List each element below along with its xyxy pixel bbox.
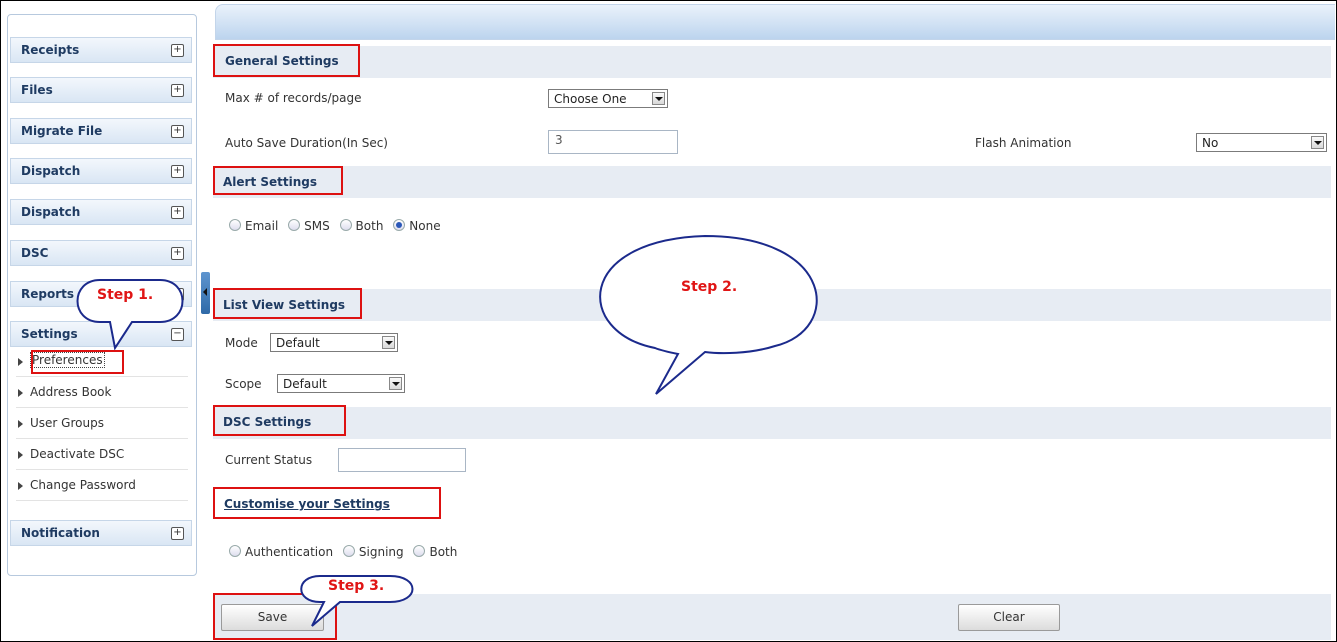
expand-icon[interactable]: + [171,165,184,178]
expand-icon[interactable]: + [171,44,184,57]
highlight-dsc-settings [213,405,346,436]
customise-option-both[interactable]: Both [413,545,457,559]
sidebar-item-user-groups[interactable]: User Groups [16,412,188,439]
radio-icon[interactable] [288,219,301,231]
highlight-general-settings [213,44,360,77]
arrow-right-icon [18,420,23,428]
sidebar-collapse-handle[interactable] [201,272,210,314]
mode-select[interactable]: Default [270,333,398,352]
alert-option-both[interactable]: Both [339,219,384,233]
arrow-right-icon [18,389,23,397]
mode-label: Mode [225,336,258,350]
option-label: SMS [304,219,330,233]
max-records-select[interactable]: Choose One [548,89,668,108]
sidebar-item-label: Change Password [30,478,136,492]
expand-icon[interactable]: + [171,125,184,138]
sidebar-item-label: Deactivate DSC [30,447,125,461]
step2-label: Step 2. [681,279,738,295]
sidebar-item-label: User Groups [30,416,104,430]
option-label: Authentication [245,545,334,559]
sidebar-header-label: Files [21,83,53,97]
sidebar-header-label: Dispatch [21,164,81,178]
sidebar-header-receipts[interactable]: Receipts + [10,37,192,63]
current-status-label: Current Status [225,453,313,467]
autosave-input[interactable]: 3 [548,130,678,154]
radio-icon[interactable] [413,545,426,557]
step2-bubble [599,234,818,395]
option-label: Signing [358,545,404,559]
chevron-down-icon [652,92,665,105]
sidebar-item-address-book[interactable]: Address Book [16,381,188,408]
highlight-alert-settings [213,166,343,195]
select-value: Choose One [554,92,627,106]
arrow-right-icon [18,358,23,366]
clear-button[interactable]: Clear [958,604,1060,631]
expand-icon[interactable]: + [171,527,184,540]
alert-settings-band [213,166,1331,198]
sidebar-item-change-password[interactable]: Change Password [16,474,188,501]
highlight-preferences [31,350,124,374]
highlight-listview-settings [213,288,362,319]
customise-radio-group: Authentication Signing Both [229,545,463,559]
flash-animation-select[interactable]: No [1196,133,1327,152]
header-bar [215,4,1335,40]
sidebar-header-label: Dispatch [21,205,81,219]
sidebar-item-deactivate-dsc[interactable]: Deactivate DSC [16,443,188,470]
radio-icon[interactable] [229,219,241,231]
speech-bubble-shape [599,234,818,395]
step1-bubble [76,279,184,350]
expand-icon[interactable]: + [171,247,184,260]
sidebar-header-dispatch-2[interactable]: Dispatch + [10,199,192,225]
sidebar-header-label: Migrate File [21,124,103,138]
alert-radio-group: Email SMS Both None [229,219,447,233]
sidebar-header-label: DSC [21,246,49,260]
step3-label: Step 3. [328,578,385,594]
sidebar-item-label: Address Book [30,385,112,399]
autosave-label: Auto Save Duration(In Sec) [225,136,388,150]
select-value: Default [276,336,320,350]
select-value: Default [283,377,327,391]
select-value: No [1202,136,1219,150]
customise-option-authentication[interactable]: Authentication [229,545,333,559]
sidebar-header-notification[interactable]: Notification + [10,520,192,546]
alert-option-none[interactable]: None [393,219,441,233]
radio-icon[interactable] [229,545,241,557]
radio-icon[interactable] [339,219,352,231]
radio-icon[interactable] [342,545,355,557]
current-status-input[interactable] [338,448,466,472]
alert-option-email[interactable]: Email [229,219,278,233]
option-label: Both [355,219,384,233]
sidebar-header-files[interactable]: Files + [10,77,192,103]
chevron-down-icon [389,377,402,390]
option-label: Both [429,545,458,559]
option-label: Email [245,219,279,233]
scope-select[interactable]: Default [277,374,405,393]
option-label: None [409,219,441,233]
scope-label: Scope [225,377,262,391]
sidebar-header-dsc[interactable]: DSC + [10,240,192,266]
chevron-down-icon [1311,136,1324,149]
sidebar-header-label: Receipts [21,43,80,57]
chevron-down-icon [382,336,395,349]
step1-label: Step 1. [97,287,154,303]
radio-selected-icon[interactable] [393,219,406,231]
customise-option-signing[interactable]: Signing [342,545,404,559]
max-records-label: Max # of records/page [225,91,362,105]
alert-option-sms[interactable]: SMS [288,219,330,233]
expand-icon[interactable]: + [171,84,184,97]
expand-icon[interactable]: + [171,206,184,219]
sidebar-header-migrate-file[interactable]: Migrate File + [10,118,192,144]
flash-animation-label: Flash Animation [975,136,1072,150]
arrow-right-icon [18,482,23,490]
arrow-left-icon [203,288,207,296]
sidebar-header-dispatch[interactable]: Dispatch + [10,158,192,184]
sidebar-header-label: Notification [21,526,100,540]
highlight-customise-settings [213,487,441,519]
general-settings-band [213,46,1331,78]
arrow-right-icon [18,451,23,459]
dsc-settings-band [213,407,1331,439]
